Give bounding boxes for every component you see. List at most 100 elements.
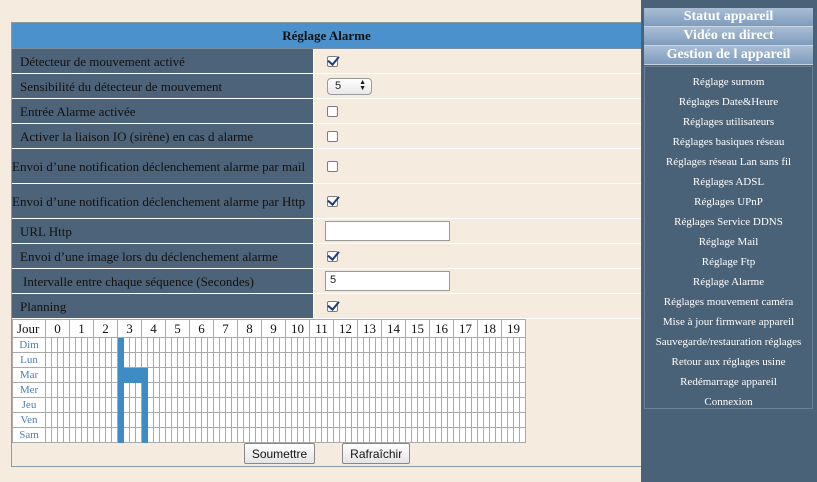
row-alarm-input: Entrée Alarme activée [12, 99, 641, 124]
schedule-row: Lun [12, 352, 526, 368]
hour-header: 4 [141, 319, 166, 338]
hour-header: 14 [381, 319, 406, 338]
schedule-row: Mar [12, 367, 526, 383]
sidebar-item[interactable]: Réglages Service DDNS [645, 212, 812, 232]
alarm-input-checkbox[interactable] [327, 105, 338, 117]
field-label: Entrée Alarme activée [12, 99, 313, 123]
hour-header: 19 [501, 319, 526, 338]
day-label: Mer [12, 382, 46, 398]
http-url-input[interactable] [325, 221, 450, 241]
schedule-row: Mer [12, 382, 526, 398]
row-http-notify: Envoi d’une notification déclenchement a… [12, 184, 641, 219]
send-image-checkbox[interactable] [327, 250, 338, 262]
nav-device-management[interactable]: Gestion de l appareil [644, 46, 813, 65]
day-column-header: Jour [12, 319, 46, 338]
settings-menu: Réglage surnom Réglages Date&Heure Réglage… [644, 66, 813, 409]
row-interval: Intervalle entre chaque séquence (Second… [12, 269, 641, 294]
sidebar-item[interactable]: Réglages utilisateurs [645, 112, 812, 132]
http-notify-checkbox[interactable] [327, 195, 338, 207]
planning-checkbox[interactable] [327, 300, 338, 312]
schedule-row: Ven [12, 412, 526, 428]
alarm-settings-panel: Réglage Alarme Détecteur de mouvement ac… [11, 22, 641, 467]
schedule-slot[interactable] [519, 397, 526, 413]
schedule-row: Dim [12, 337, 526, 353]
field-label: Envoi d’une notification déclenchement a… [12, 193, 306, 209]
sidebar-item[interactable]: Mise à jour firmware appareil [645, 312, 812, 332]
sensitivity-select[interactable]: 5 ▲ ▼ [327, 77, 372, 95]
schedule-slot[interactable] [519, 337, 526, 353]
field-label: Intervalle entre chaque séquence (Second… [12, 269, 313, 293]
sidebar-item[interactable]: Connexion [645, 392, 812, 412]
hour-header: 2 [93, 319, 118, 338]
sensitivity-value: 5 [335, 80, 342, 92]
sidebar-item[interactable]: Redémarrage appareil [645, 372, 812, 392]
sidebar-item[interactable]: Réglages Date&Heure [645, 92, 812, 112]
row-io-link: Activer la liaison IO (sirène) en cas d … [12, 124, 641, 149]
hour-header: 8 [237, 319, 262, 338]
hour-header: 13 [357, 319, 382, 338]
hour-header: 12 [333, 319, 358, 338]
hour-header: 7 [213, 319, 238, 338]
sidebar-item[interactable]: Réglages mouvement caméra [645, 292, 812, 312]
schedule-slot[interactable] [519, 367, 526, 383]
row-motion-detector: Détecteur de mouvement activé [12, 49, 641, 74]
field-label: Envoi d’une notification déclenchement a… [12, 158, 306, 174]
hour-header: 18 [477, 319, 502, 338]
field-label: Détecteur de mouvement activé [12, 49, 313, 73]
schedule-slot[interactable] [519, 352, 526, 368]
panel-title: Réglage Alarme [12, 23, 641, 49]
sidebar-item[interactable]: Retour aux réglages usine [645, 352, 812, 372]
field-label: Planning [12, 294, 313, 318]
day-label: Dim [12, 337, 46, 353]
schedule-slot[interactable] [519, 382, 526, 398]
io-link-checkbox[interactable] [327, 130, 338, 142]
nav-live-video[interactable]: Vidéo en direct [644, 27, 813, 46]
schedule-slot[interactable] [519, 427, 526, 443]
sidebar-item[interactable]: Réglages réseau Lan sans fil [645, 152, 812, 172]
sidebar-item[interactable]: Réglages UPnP [645, 192, 812, 212]
day-label: Jeu [12, 397, 46, 413]
main-content: Réglage Alarme Détecteur de mouvement ac… [0, 0, 641, 482]
day-label: Mar [12, 367, 46, 383]
hour-header: 10 [285, 319, 310, 338]
hour-header: 16 [429, 319, 454, 338]
field-label: Activer la liaison IO (sirène) en cas d … [12, 124, 313, 148]
field-label: Sensibilité du détecteur de mouvement [12, 74, 313, 98]
hour-header: 9 [261, 319, 286, 338]
motion-detector-checkbox[interactable] [327, 55, 338, 67]
day-label: Lun [12, 352, 46, 368]
row-planning: Planning [12, 294, 641, 319]
schedule-row: Jeu [12, 397, 526, 413]
field-label: URL Http [12, 219, 313, 243]
hour-header: 17 [453, 319, 478, 338]
hour-header: 0 [45, 319, 70, 338]
hour-header: 5 [165, 319, 190, 338]
sidebar-item[interactable]: Réglage surnom [645, 72, 812, 92]
sidebar-item[interactable]: Sauvegarde/restauration réglages [645, 332, 812, 352]
sidebar: Statut appareil Vidéo en direct Gestion … [643, 0, 817, 482]
schedule-grid: Jour 0 1 2 3 4 5 6 7 8 9 10 11 12 13 14 15 16 17 18 19 Dim L… [12, 319, 641, 443]
submit-button[interactable]: Soumettre [243, 443, 316, 464]
mail-notify-checkbox[interactable] [327, 160, 338, 172]
row-mail-notify: Envoi d’une notification déclenchement a… [12, 149, 641, 184]
sidebar-item[interactable]: Réglages basiques réseau [645, 132, 812, 152]
nav-device-status[interactable]: Statut appareil [644, 8, 813, 27]
day-label: Sam [12, 427, 46, 443]
hour-header: 11 [309, 319, 334, 338]
hour-header: 1 [69, 319, 94, 338]
row-http-url: URL Http [12, 219, 641, 244]
hour-header: 15 [405, 319, 430, 338]
sidebar-item[interactable]: Réglages ADSL [645, 172, 812, 192]
hour-header: 3 [117, 319, 142, 338]
sidebar-item[interactable]: Réglage Mail [645, 232, 812, 252]
refresh-button[interactable]: Rafraîchir [342, 443, 411, 464]
form-buttons: Soumettre Rafraîchir [12, 443, 641, 464]
schedule-slot[interactable] [519, 412, 526, 428]
updown-arrows-icon: ▲ ▼ [359, 79, 366, 92]
sidebar-item[interactable]: Réglage Ftp [645, 252, 812, 272]
schedule-row: Sam [12, 427, 526, 443]
interval-input[interactable]: 5 [325, 271, 450, 291]
row-send-image: Envoi d’une image lors du déclenchement … [12, 244, 641, 269]
sidebar-item[interactable]: Réglage Alarme [645, 272, 812, 292]
hour-header: 6 [189, 319, 214, 338]
